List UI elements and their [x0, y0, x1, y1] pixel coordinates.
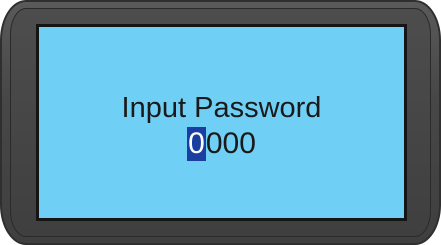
- password-digit-3[interactable]: 0: [223, 127, 240, 161]
- password-entry[interactable]: 0 0 0 0: [187, 126, 256, 161]
- password-digit-2[interactable]: 0: [206, 127, 223, 161]
- password-digit-1[interactable]: 0: [187, 126, 206, 161]
- lcd-screen: Input Password 0 0 0 0: [36, 24, 407, 221]
- password-digit-4[interactable]: 0: [239, 127, 256, 161]
- screen-title: Input Password: [121, 91, 322, 124]
- lcd-device: Input Password 0 0 0 0: [0, 0, 441, 245]
